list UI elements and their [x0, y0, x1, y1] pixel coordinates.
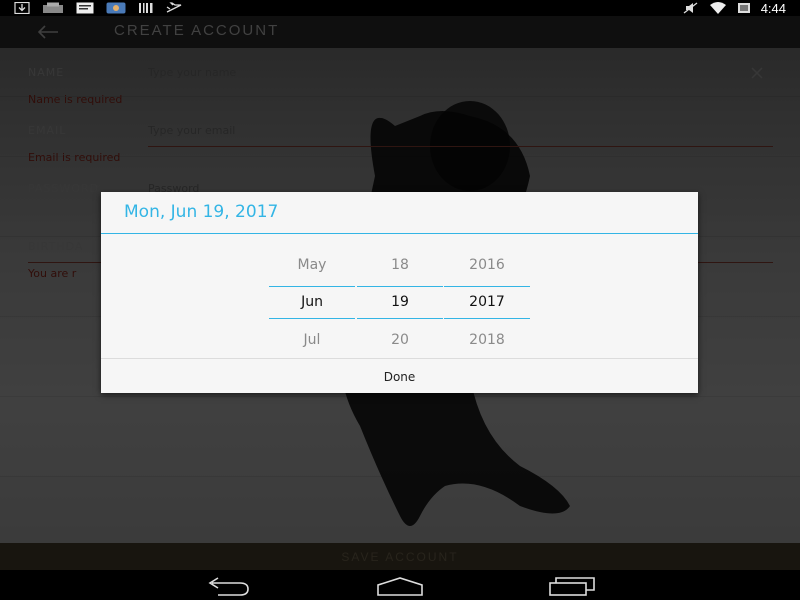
day-next[interactable]: 20	[357, 332, 443, 348]
flight-icon	[166, 2, 182, 13]
status-bar: 4:44	[0, 0, 800, 16]
date-picker-dialog: Mon, Jun 19, 2017 May Jun Jul 18 19 20 2…	[101, 192, 698, 393]
message-icon	[76, 2, 94, 14]
month-divider-top	[269, 286, 355, 287]
day-divider-bottom	[357, 318, 443, 319]
year-picker[interactable]: 2016 2017 2018	[444, 234, 530, 350]
dialog-header: Mon, Jun 19, 2017	[101, 192, 698, 234]
month-picker[interactable]: May Jun Jul	[269, 234, 355, 350]
battery-icon	[737, 3, 750, 13]
month-prev[interactable]: May	[269, 257, 355, 273]
system-icons: 4:44	[683, 0, 786, 16]
recents-nav-icon[interactable]	[548, 575, 596, 597]
app-icon	[106, 2, 126, 14]
year-next[interactable]: 2018	[444, 332, 530, 348]
wifi-icon	[709, 2, 726, 14]
done-button[interactable]: Done	[101, 359, 698, 394]
day-prev[interactable]: 18	[357, 257, 443, 273]
year-divider-bottom	[444, 318, 530, 319]
day-current[interactable]: 19	[357, 294, 443, 310]
notification-icon	[43, 2, 63, 13]
year-divider-top	[444, 286, 530, 287]
home-nav-icon[interactable]	[376, 575, 424, 597]
day-divider-top	[357, 286, 443, 287]
day-picker[interactable]: 18 19 20	[357, 234, 443, 350]
back-nav-icon[interactable]	[204, 575, 252, 597]
month-divider-bottom	[269, 318, 355, 319]
year-prev[interactable]: 2016	[444, 257, 530, 273]
mute-icon	[683, 2, 698, 14]
notification-icons	[14, 1, 182, 15]
download-icon	[14, 2, 30, 14]
year-current[interactable]: 2017	[444, 294, 530, 310]
navigation-bar	[0, 570, 800, 600]
month-current[interactable]: Jun	[269, 294, 355, 310]
clock: 4:44	[760, 0, 786, 16]
barcode-icon	[139, 3, 153, 13]
dialog-footer: Done	[101, 358, 698, 393]
month-next[interactable]: Jul	[269, 332, 355, 348]
selected-date-title: Mon, Jun 19, 2017	[124, 202, 279, 222]
